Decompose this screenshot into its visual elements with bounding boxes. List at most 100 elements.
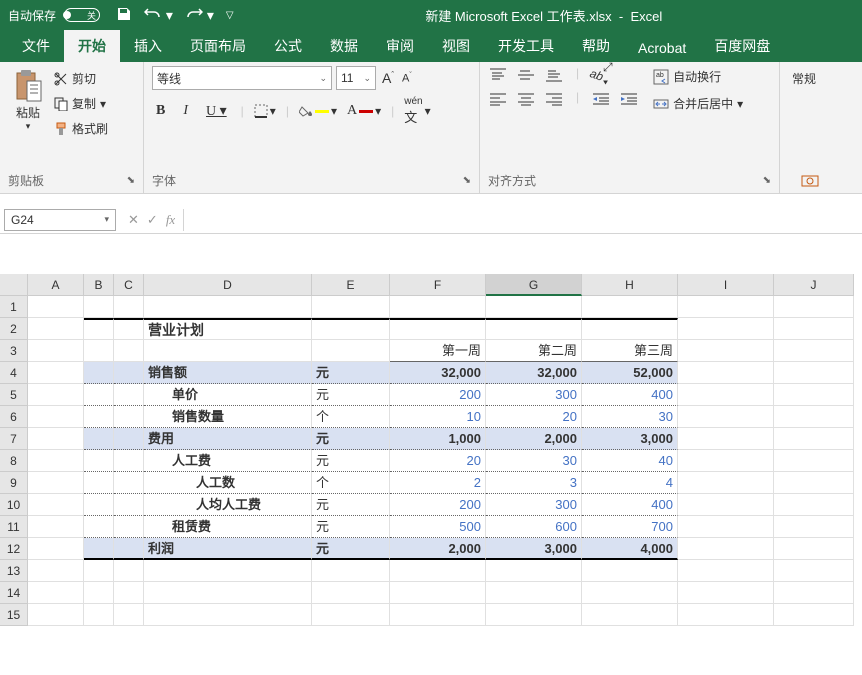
cell[interactable] [84, 340, 114, 362]
cell[interactable]: 元 [312, 362, 390, 384]
cell[interactable] [84, 560, 114, 582]
cell[interactable] [114, 582, 144, 604]
cell[interactable] [390, 604, 486, 626]
cell[interactable] [486, 582, 582, 604]
align-top-button[interactable] [488, 66, 508, 84]
cell[interactable] [678, 472, 774, 494]
cell[interactable]: 第一周 [390, 340, 486, 362]
font-color-button[interactable]: A ▾ [347, 103, 381, 119]
cell[interactable] [84, 362, 114, 384]
cell[interactable]: 500 [390, 516, 486, 538]
decrease-indent-button[interactable] [591, 90, 611, 108]
cell[interactable]: 32,000 [390, 362, 486, 384]
cell[interactable] [582, 582, 678, 604]
cell[interactable]: 个 [312, 406, 390, 428]
cell[interactable] [114, 406, 144, 428]
merge-center-button[interactable]: 合并后居中 ▾ [651, 93, 745, 114]
cell[interactable] [390, 582, 486, 604]
cell[interactable]: 销售额 [144, 362, 312, 384]
font-name-dropdown[interactable]: 等线⌄ [152, 66, 332, 90]
cell[interactable]: 30 [486, 450, 582, 472]
cell[interactable] [486, 318, 582, 340]
cell[interactable] [28, 340, 84, 362]
cell[interactable] [114, 538, 144, 560]
fx-icon[interactable]: fx [166, 212, 175, 228]
cell[interactable] [84, 472, 114, 494]
cell[interactable]: 租赁费 [144, 516, 312, 538]
underline-button[interactable]: U ▾ [202, 101, 231, 122]
tab-数据[interactable]: 数据 [316, 30, 372, 62]
cell[interactable] [678, 318, 774, 340]
cut-button[interactable]: 剪切 [52, 68, 110, 89]
cell[interactable] [84, 384, 114, 406]
cell[interactable]: 个 [312, 472, 390, 494]
cell[interactable] [486, 296, 582, 318]
cell[interactable]: 人工费 [144, 450, 312, 472]
col-header-A[interactable]: A [28, 274, 84, 296]
cell[interactable] [114, 384, 144, 406]
cell[interactable]: 3,000 [582, 428, 678, 450]
cell[interactable] [774, 450, 854, 472]
cell[interactable]: 第三周 [582, 340, 678, 362]
cell[interactable]: 元 [312, 538, 390, 560]
cell[interactable]: 第二周 [486, 340, 582, 362]
col-header-B[interactable]: B [84, 274, 114, 296]
format-painter-button[interactable]: 格式刷 [52, 118, 110, 139]
wrap-text-button[interactable]: ab 自动换行 [651, 66, 745, 87]
cell[interactable] [114, 362, 144, 384]
cell[interactable]: 400 [582, 384, 678, 406]
cell[interactable] [28, 428, 84, 450]
cell[interactable] [28, 450, 84, 472]
autosave-toggle[interactable]: 自动保存 关 [8, 7, 104, 24]
cell[interactable]: 3,000 [486, 538, 582, 560]
cell[interactable] [28, 516, 84, 538]
cell[interactable] [312, 318, 390, 340]
cell[interactable]: 700 [582, 516, 678, 538]
cell[interactable] [582, 296, 678, 318]
cell[interactable]: 400 [582, 494, 678, 516]
cell[interactable] [114, 604, 144, 626]
tab-页面布局[interactable]: 页面布局 [176, 30, 260, 62]
tab-百度网盘[interactable]: 百度网盘 [700, 30, 784, 62]
cell[interactable] [28, 406, 84, 428]
cell[interactable] [774, 296, 854, 318]
align-right-button[interactable] [544, 90, 564, 108]
cell[interactable]: 元 [312, 384, 390, 406]
cell[interactable]: 1,000 [390, 428, 486, 450]
cell[interactable] [390, 318, 486, 340]
tab-帮助[interactable]: 帮助 [568, 30, 624, 62]
enter-formula-icon[interactable]: ✓ [147, 212, 158, 228]
cell[interactable] [582, 604, 678, 626]
alignment-dialog-launcher[interactable]: ⬊ [763, 175, 771, 186]
row-header-4[interactable]: 4 [0, 362, 28, 384]
cell[interactable] [390, 296, 486, 318]
cell[interactable] [774, 406, 854, 428]
tab-Acrobat[interactable]: Acrobat [624, 34, 700, 62]
cell[interactable] [486, 560, 582, 582]
cell[interactable] [84, 582, 114, 604]
col-header-C[interactable]: C [114, 274, 144, 296]
cell[interactable] [312, 340, 390, 362]
cell[interactable]: 元 [312, 450, 390, 472]
cell[interactable] [312, 560, 390, 582]
cell[interactable]: 10 [390, 406, 486, 428]
increase-indent-button[interactable] [619, 90, 639, 108]
fill-color-button[interactable]: ▾ [299, 104, 337, 118]
tab-审阅[interactable]: 审阅 [372, 30, 428, 62]
increase-font-icon[interactable]: Aˆ [380, 68, 396, 88]
cell[interactable]: 元 [312, 494, 390, 516]
row-header-13[interactable]: 13 [0, 560, 28, 582]
cell[interactable] [774, 494, 854, 516]
cell[interactable] [28, 604, 84, 626]
row-header-6[interactable]: 6 [0, 406, 28, 428]
cell[interactable] [774, 604, 854, 626]
tab-开发工具[interactable]: 开发工具 [484, 30, 568, 62]
cell[interactable] [28, 538, 84, 560]
cell[interactable] [28, 296, 84, 318]
cell[interactable] [114, 494, 144, 516]
undo-icon[interactable]: ▾ [144, 6, 173, 24]
font-size-dropdown[interactable]: 11⌄ [336, 66, 376, 90]
cell[interactable]: 2,000 [486, 428, 582, 450]
cell[interactable] [678, 450, 774, 472]
row-header-15[interactable]: 15 [0, 604, 28, 626]
